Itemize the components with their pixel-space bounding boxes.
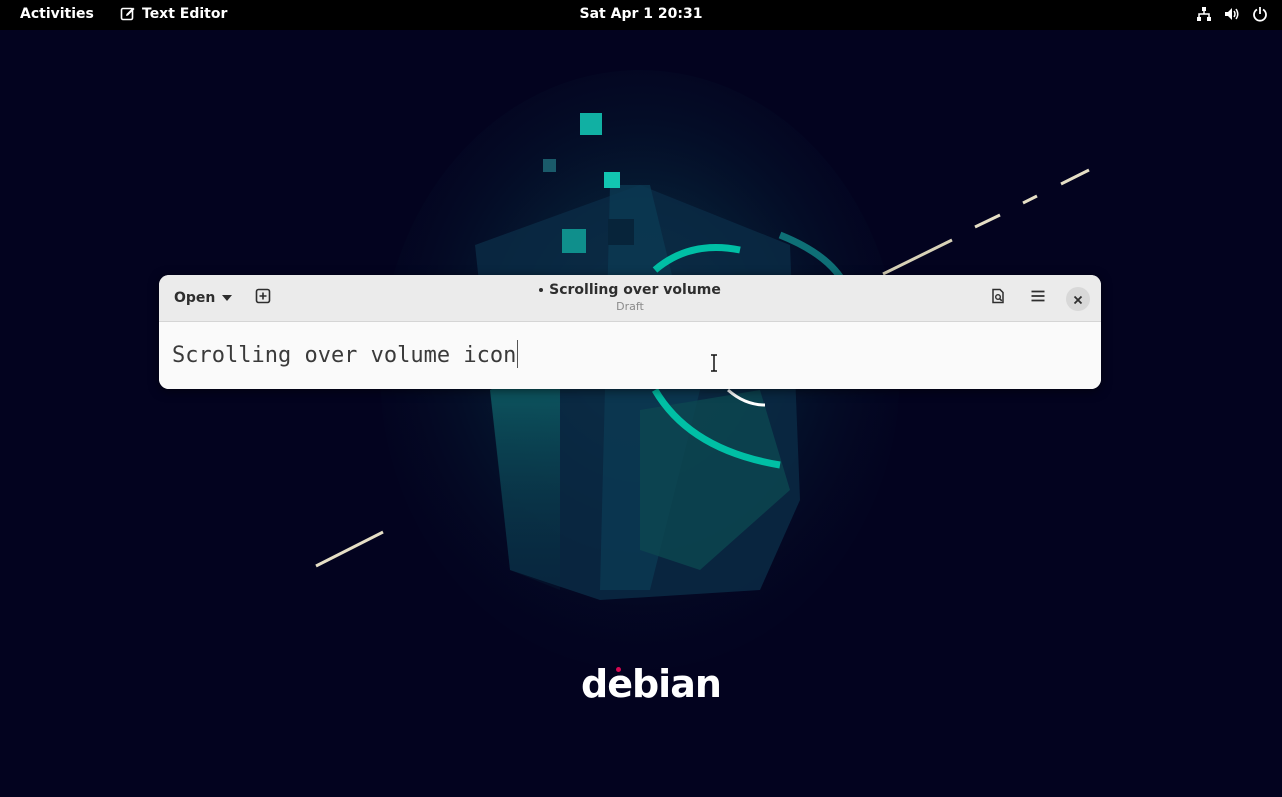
app-menu-button[interactable]: Text Editor xyxy=(120,6,227,22)
window-title-line: Scrolling over volume xyxy=(459,282,801,298)
document-search-icon xyxy=(990,288,1006,308)
debian-logo-dot xyxy=(616,667,621,672)
close-icon xyxy=(1073,290,1083,309)
hamburger-menu-icon xyxy=(1030,288,1046,308)
activities-button[interactable]: Activities xyxy=(20,6,94,22)
new-tab-button[interactable] xyxy=(250,285,276,311)
wallpaper-line-4 xyxy=(1060,168,1090,186)
wallpaper-square-4 xyxy=(562,229,586,253)
desktop: debian Activities Text Editor Sat Apr 1 … xyxy=(0,0,1282,797)
document-properties-button[interactable] xyxy=(985,285,1011,311)
open-button[interactable]: Open xyxy=(167,285,240,311)
clock-label[interactable]: Sat Apr 1 20:31 xyxy=(580,6,703,22)
chevron-down-icon xyxy=(221,290,233,306)
wallpaper-line-5 xyxy=(315,530,384,568)
open-button-label: Open xyxy=(174,290,216,306)
wallpaper-square-1 xyxy=(580,113,602,135)
ibeam-cursor-icon xyxy=(710,354,718,376)
power-icon[interactable] xyxy=(1252,6,1268,22)
text-editor-window: Open Scrolling over volume Draft Scrolli… xyxy=(159,275,1101,389)
top-bar: Activities Text Editor Sat Apr 1 20:31 xyxy=(0,0,1282,30)
network-icon[interactable] xyxy=(1196,6,1212,22)
document-text[interactable]: Scrolling over volume icon xyxy=(172,340,519,368)
text-caret xyxy=(517,340,519,368)
new-tab-icon xyxy=(255,288,271,308)
volume-icon[interactable] xyxy=(1224,6,1240,22)
text-editor-icon xyxy=(120,6,136,22)
debian-logo: debian xyxy=(581,662,722,706)
close-button[interactable] xyxy=(1066,287,1090,311)
document-content: Scrolling over volume icon xyxy=(172,343,517,368)
wallpaper-line-1 xyxy=(882,238,953,276)
wallpaper-line-2 xyxy=(974,213,1001,229)
window-subtitle: Draft xyxy=(616,300,644,313)
app-menu-label: Text Editor xyxy=(142,6,228,22)
modified-indicator xyxy=(539,288,544,292)
main-menu-button[interactable] xyxy=(1025,285,1051,311)
window-title-block: Scrolling over volume Draft xyxy=(459,282,801,313)
wallpaper-square-3 xyxy=(543,159,556,172)
text-editor-area[interactable]: Scrolling over volume icon xyxy=(159,322,1101,389)
header-bar: Open Scrolling over volume Draft xyxy=(159,275,1101,322)
window-title: Scrolling over volume xyxy=(549,282,721,298)
wallpaper-square-5 xyxy=(608,219,634,245)
wallpaper-square-2 xyxy=(604,172,620,188)
system-status-area[interactable] xyxy=(1196,6,1268,22)
wallpaper-line-3 xyxy=(1022,194,1038,205)
